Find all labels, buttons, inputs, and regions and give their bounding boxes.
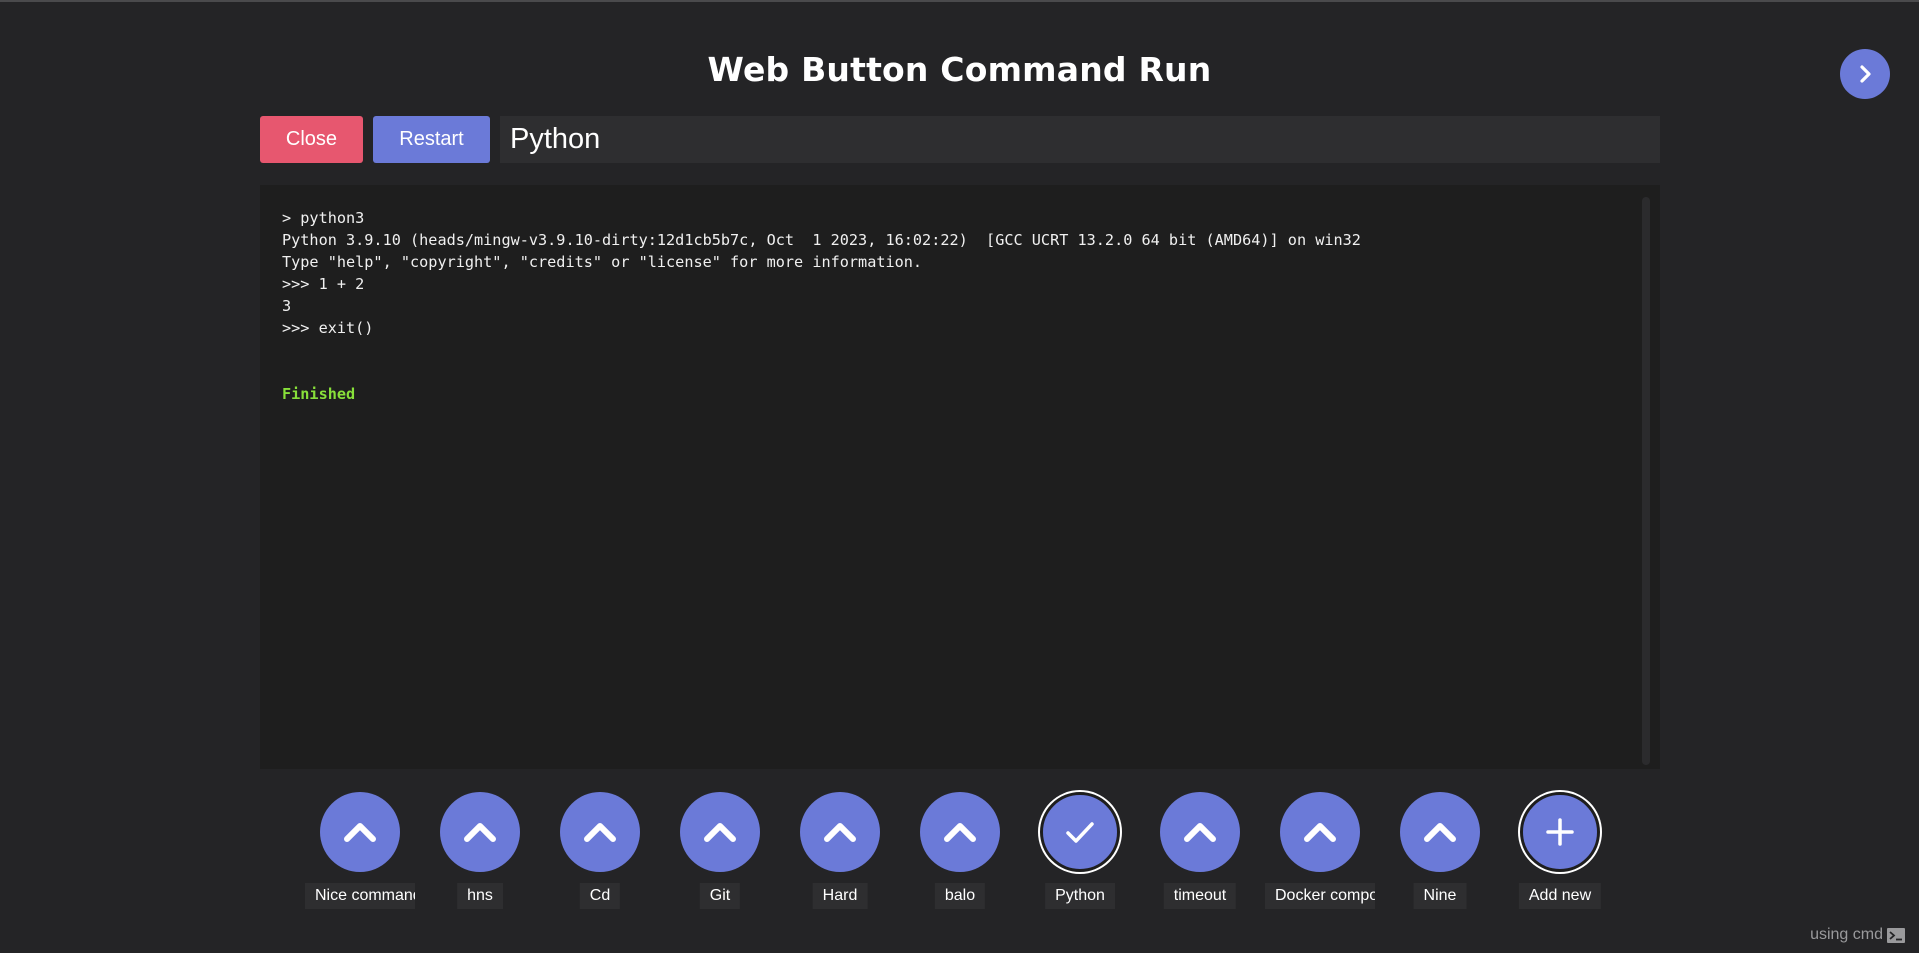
command-label: Cd xyxy=(579,883,621,909)
chevron-up-icon xyxy=(944,823,976,842)
terminal-line: >>> exit() xyxy=(282,319,374,337)
command-name-input[interactable] xyxy=(500,116,1660,163)
chevron-right-icon xyxy=(1860,65,1871,83)
command-item-nice-command: Nice command xyxy=(300,790,420,910)
command-button-selected[interactable] xyxy=(1040,792,1120,872)
command-label: timeout xyxy=(1163,883,1237,909)
command-buttons-row: Nice command hns Cd Git Hard balo Python… xyxy=(0,790,1919,920)
command-label: Python xyxy=(1045,883,1115,909)
command-label: Git xyxy=(699,883,741,909)
chevron-up-icon xyxy=(1184,823,1216,842)
command-item-cd: Cd xyxy=(540,790,660,910)
next-page-button[interactable] xyxy=(1840,49,1890,99)
terminal-line: 3 xyxy=(282,297,292,315)
command-item-hns: hns xyxy=(420,790,540,910)
command-button[interactable] xyxy=(680,792,760,872)
check-icon xyxy=(1066,822,1094,843)
terminal-line: > python3 xyxy=(282,209,365,227)
terminal-output: > python3 Python 3.9.10 (heads/mingw-v3.… xyxy=(260,185,1660,769)
command-label: Docker compose xyxy=(1265,883,1375,909)
add-new-button[interactable] xyxy=(1520,792,1600,872)
command-button[interactable] xyxy=(1280,792,1360,872)
toolbar: Close Restart xyxy=(260,116,1660,163)
chevron-up-icon xyxy=(344,823,376,842)
command-label: hns xyxy=(457,883,503,909)
command-button[interactable] xyxy=(1160,792,1240,872)
close-button[interactable]: Close xyxy=(260,116,363,163)
command-item-nine: Nine xyxy=(1380,790,1500,910)
command-button[interactable] xyxy=(440,792,520,872)
command-label: Add new xyxy=(1518,883,1602,909)
terminal-line: Type "help", "copyright", "credits" or "… xyxy=(282,253,923,271)
terminal-line: Python 3.9.10 (heads/mingw-v3.9.10-dirty… xyxy=(282,231,1361,249)
command-button[interactable] xyxy=(560,792,640,872)
command-item-timeout: timeout xyxy=(1140,790,1260,910)
command-button[interactable] xyxy=(1400,792,1480,872)
command-label: Nine xyxy=(1413,883,1467,909)
chevron-up-icon xyxy=(704,823,736,842)
command-button[interactable] xyxy=(320,792,400,872)
shell-indicator-label: using cmd xyxy=(1810,926,1883,943)
command-label: Nice command xyxy=(305,883,415,909)
terminal-line: >>> 1 + 2 xyxy=(282,275,365,293)
finished-status: Finished xyxy=(282,385,356,403)
command-item-add-new: Add new xyxy=(1500,790,1620,910)
chevron-up-icon xyxy=(1304,823,1336,842)
command-label: balo xyxy=(934,883,986,909)
chevron-up-icon xyxy=(1424,823,1456,842)
command-button[interactable] xyxy=(800,792,880,872)
command-item-hard: Hard xyxy=(780,790,900,910)
plus-icon xyxy=(1546,818,1574,846)
chevron-up-icon xyxy=(464,823,496,842)
top-border xyxy=(0,0,1919,2)
page-title: Web Button Command Run xyxy=(707,50,1212,89)
command-item-docker-compose: Docker compose xyxy=(1260,790,1380,910)
terminal-icon xyxy=(1887,927,1905,943)
command-button[interactable] xyxy=(920,792,1000,872)
restart-button[interactable]: Restart xyxy=(373,116,490,163)
command-label: Hard xyxy=(812,883,868,909)
command-item-git: Git xyxy=(660,790,780,910)
command-item-balo: balo xyxy=(900,790,1020,910)
command-item-python: Python xyxy=(1020,790,1140,910)
shell-indicator: using cmd xyxy=(1810,926,1905,944)
chevron-up-icon xyxy=(824,823,856,842)
chevron-up-icon xyxy=(584,823,616,842)
terminal-scrollbar[interactable] xyxy=(1642,197,1650,765)
